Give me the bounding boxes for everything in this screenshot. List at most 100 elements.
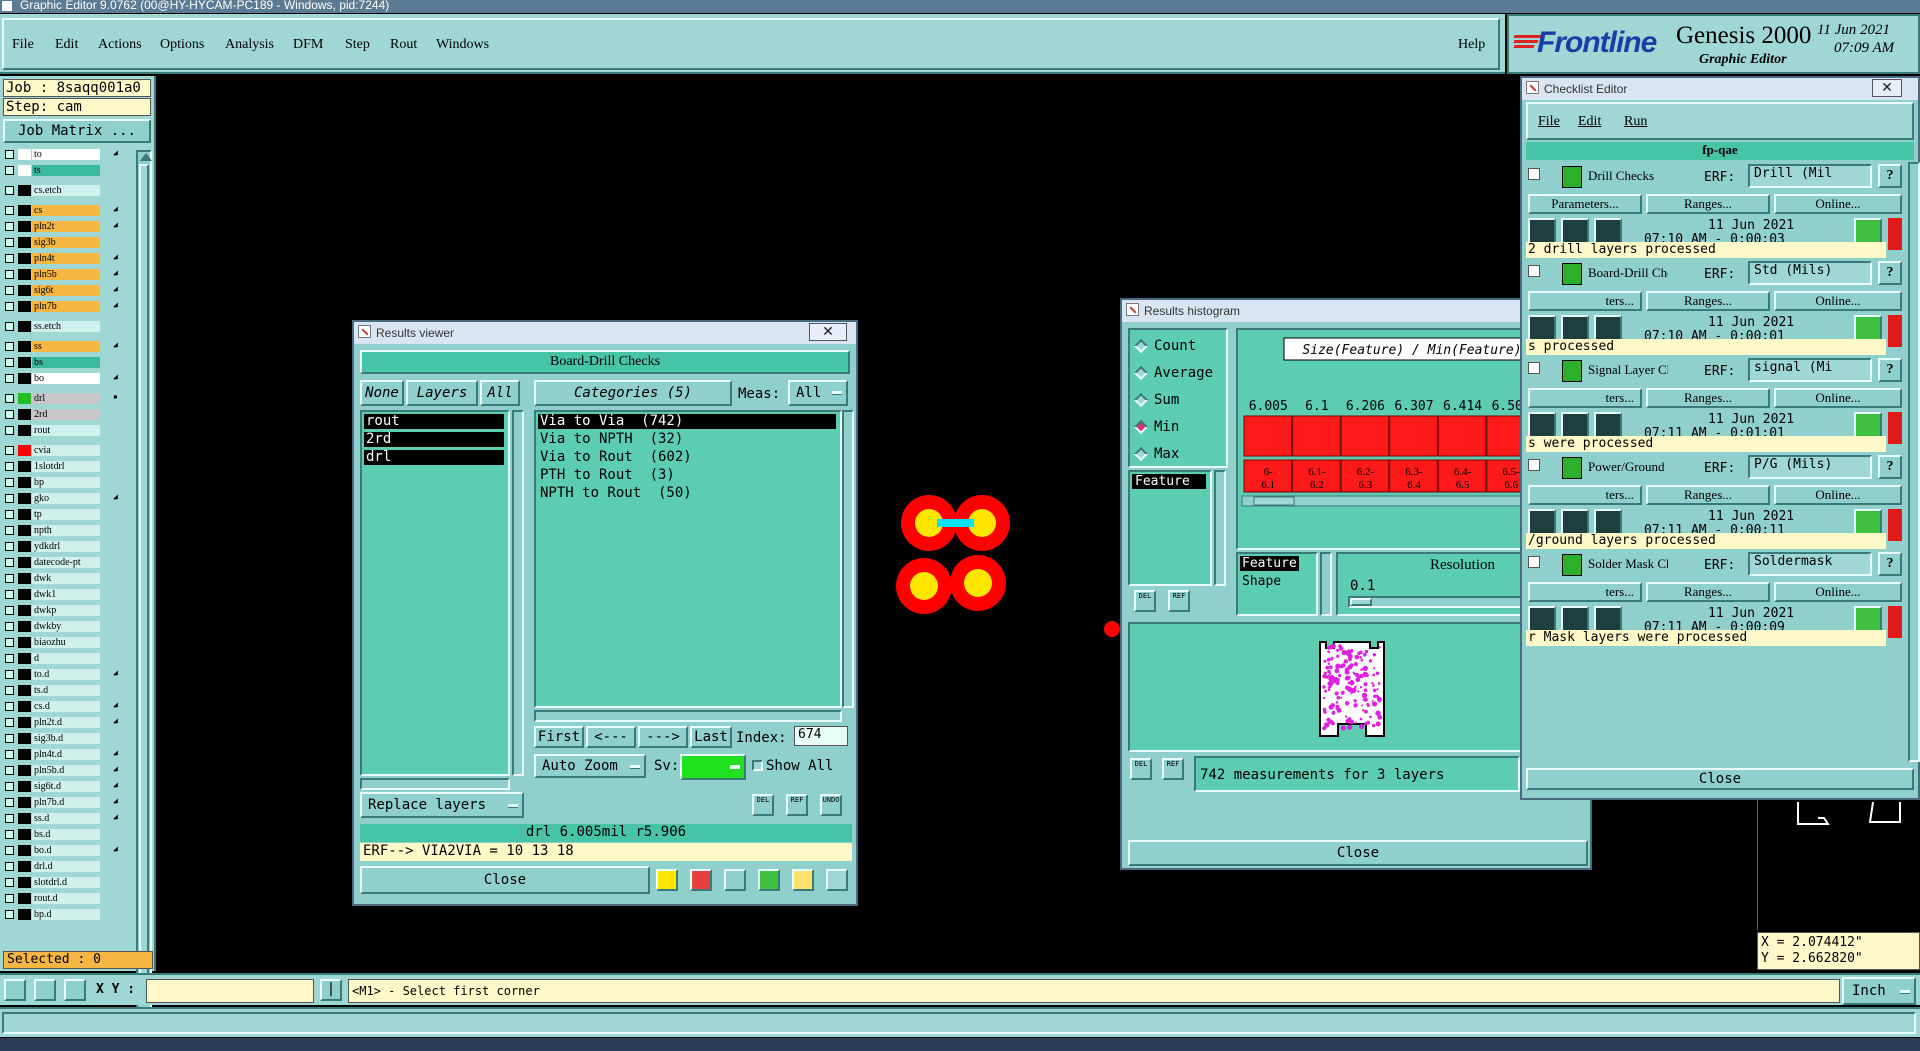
menu-file[interactable]: File — [12, 37, 34, 53]
layers-list-hscroll[interactable] — [360, 778, 510, 790]
menu-actions[interactable]: Actions — [98, 37, 142, 53]
layer-row[interactable]: sig3b.d — [5, 732, 100, 744]
undo-icon[interactable]: UNDO — [820, 794, 842, 816]
mode-option-max[interactable]: Max — [1133, 446, 1179, 462]
layer-row[interactable]: cs.etch — [5, 184, 100, 196]
layer-checkbox[interactable] — [5, 845, 14, 855]
categories-button[interactable]: Categories (5) — [534, 380, 732, 406]
run-icon[interactable] — [1561, 218, 1589, 244]
histogram-bar[interactable] — [1437, 415, 1487, 457]
zoom-icon[interactable] — [1854, 606, 1882, 632]
menu-options[interactable]: Options — [160, 37, 204, 53]
layer-row[interactable]: pln5b.d ◢ — [5, 764, 118, 776]
feature-list-scrollbar[interactable] — [1214, 470, 1226, 586]
checklist-titlebar[interactable]: Checklist Editor ✕ — [1522, 78, 1918, 100]
layer-row[interactable]: to ◢ — [5, 148, 118, 160]
results-viewer-titlebar[interactable]: Results viewer ✕ — [354, 322, 856, 344]
layer-checkbox[interactable] — [5, 637, 14, 647]
severity-dropdown[interactable] — [680, 754, 746, 780]
layer-row[interactable]: ss.etch — [5, 320, 100, 332]
layer-checkbox[interactable] — [5, 509, 14, 519]
job-matrix-button[interactable]: Job Matrix ... — [3, 119, 151, 143]
layer-checkbox[interactable] — [5, 749, 14, 759]
run-icon[interactable] — [1594, 509, 1622, 535]
check-help-button[interactable]: ? — [1878, 164, 1902, 188]
layer-checkbox[interactable] — [5, 445, 14, 455]
erf-field[interactable]: Drill (Mil — [1748, 164, 1872, 188]
run-icon[interactable] — [1528, 412, 1556, 438]
layer-checkbox[interactable] — [5, 765, 14, 775]
check-help-button[interactable]: ? — [1878, 552, 1902, 576]
layer-row[interactable]: 2rd — [5, 408, 100, 420]
zoom-icon[interactable] — [1854, 412, 1882, 438]
layer-checkbox[interactable] — [5, 813, 14, 823]
help-menu[interactable]: Help — [1458, 37, 1485, 53]
measure-tool-icon[interactable] — [34, 979, 56, 1001]
layer-row[interactable]: pln7b.d ◢ — [5, 796, 118, 808]
ref-icon[interactable]: REF — [1162, 758, 1184, 780]
layer-row[interactable]: pln2t ◢ — [5, 220, 118, 232]
erf-field[interactable]: Soldermask — [1748, 552, 1872, 576]
check-toggle[interactable] — [1528, 459, 1540, 471]
layer-row[interactable]: dwkp — [5, 604, 100, 616]
result-layer-item[interactable]: rout — [364, 414, 504, 429]
layer-row[interactable]: cs.d ◢ — [5, 700, 118, 712]
layer-row[interactable]: tp — [5, 508, 100, 520]
radio-icon[interactable] — [1133, 446, 1149, 462]
run-icon[interactable] — [1528, 606, 1556, 632]
check-name[interactable]: Board-Drill Che — [1588, 265, 1668, 281]
del-icon[interactable]: DEL — [1134, 590, 1156, 612]
layer-row[interactable]: ts.d — [5, 684, 100, 696]
layer-row[interactable]: bs — [5, 356, 100, 368]
layer-checkbox[interactable] — [5, 525, 14, 535]
layer-checkbox[interactable] — [5, 205, 14, 215]
layer-checkbox[interactable] — [5, 425, 14, 435]
shape-option[interactable]: Shape — [1242, 574, 1281, 589]
layer-row[interactable]: slotdrl.d — [5, 876, 100, 888]
category-item[interactable]: Via to Via (742) — [538, 414, 836, 429]
all-button[interactable]: All — [480, 380, 520, 406]
layer-checkbox[interactable] — [5, 185, 14, 195]
layer-checkbox[interactable] — [5, 477, 14, 487]
next-button[interactable]: ---> — [638, 726, 688, 748]
units-dropdown[interactable]: Inch — [1842, 977, 1916, 1005]
categories-list-scrollbar[interactable] — [842, 410, 854, 708]
layer-row[interactable]: to.d ◢ — [5, 668, 118, 680]
check-toggle[interactable] — [1528, 362, 1540, 374]
close-icon[interactable]: ✕ — [809, 323, 847, 341]
menu-edit[interactable]: Edit — [55, 37, 78, 53]
replace-layers-dropdown[interactable]: Replace layers — [360, 792, 524, 818]
layer-checkbox[interactable] — [5, 493, 14, 503]
layers-list[interactable]: rout 2rd drl — [360, 410, 510, 776]
ref-icon[interactable]: REF — [786, 794, 808, 816]
histogram-bar[interactable] — [1389, 415, 1438, 457]
layer-checkbox[interactable] — [5, 861, 14, 871]
prev-button[interactable]: <--- — [586, 726, 636, 748]
check-help-button[interactable]: ? — [1878, 455, 1902, 479]
run-icon[interactable] — [1528, 218, 1556, 244]
layer-checkbox[interactable] — [5, 321, 14, 331]
feature-item[interactable]: Feature — [1132, 474, 1206, 489]
layer-checkbox[interactable] — [5, 701, 14, 711]
layer-checkbox[interactable] — [5, 717, 14, 727]
parameters-button[interactable]: Parameters... — [1528, 194, 1642, 214]
parameters-button[interactable]: ters... — [1528, 485, 1642, 505]
category-item[interactable]: Via to NPTH (32) — [538, 432, 836, 447]
layer-scrollbar[interactable] — [136, 150, 152, 1018]
radio-icon[interactable] — [1133, 419, 1149, 435]
menu-windows[interactable]: Windows — [436, 37, 489, 53]
layer-checkbox[interactable] — [5, 357, 14, 367]
layer-checkbox[interactable] — [5, 541, 14, 551]
run-icon[interactable] — [1561, 509, 1589, 535]
layer-row[interactable]: dwk1 — [5, 588, 100, 600]
layer-row[interactable]: ts — [5, 164, 100, 176]
layer-row[interactable]: cvia — [5, 444, 100, 456]
layer-checkbox[interactable] — [5, 733, 14, 743]
ranges-button[interactable]: Ranges... — [1646, 485, 1770, 505]
layer-row[interactable]: dwkby — [5, 620, 100, 632]
snap-icon[interactable]: | — [320, 979, 342, 1001]
layer-checkbox[interactable] — [5, 589, 14, 599]
ranges-button[interactable]: Ranges... — [1646, 582, 1770, 602]
online-button[interactable]: Online... — [1774, 582, 1902, 602]
run-icon[interactable] — [1528, 315, 1556, 341]
